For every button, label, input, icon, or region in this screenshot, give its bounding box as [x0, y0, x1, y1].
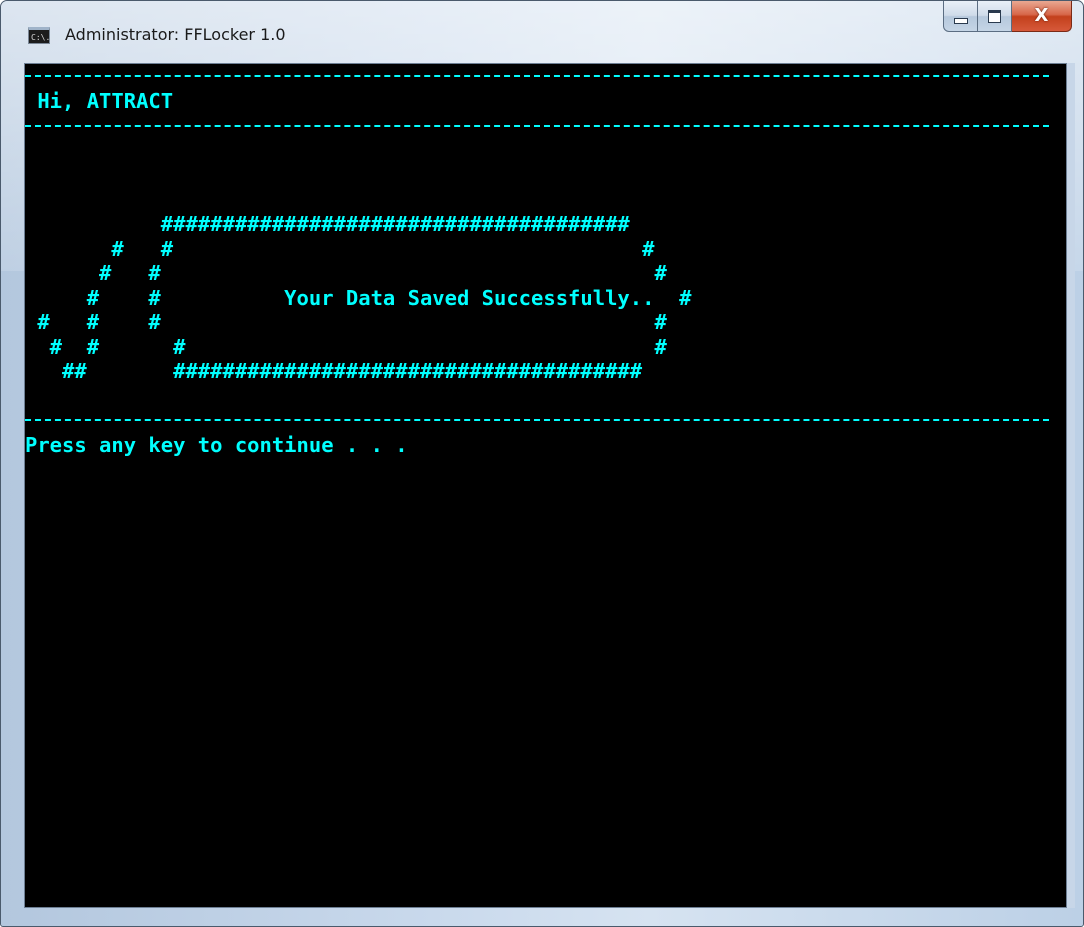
art-line: ## #####################################…: [25, 359, 643, 383]
art-line: [25, 139, 1049, 164]
close-icon: X: [1034, 5, 1049, 26]
console-icon-label: C:\.: [31, 33, 51, 42]
art-line: [25, 188, 1049, 213]
divider-top: [25, 75, 1049, 78]
title-bar[interactable]: C:\. Administrator: FFLocker 1.0 X: [1, 1, 1083, 63]
console-output[interactable]: Hi, ATTRACT ############################…: [24, 63, 1067, 908]
art-line: # # #: [25, 236, 655, 261]
close-button[interactable]: X: [1012, 1, 1072, 32]
minimize-button[interactable]: [943, 1, 978, 32]
art-line: # # #: [25, 261, 667, 285]
maximize-button[interactable]: [978, 1, 1012, 32]
maximize-icon: [988, 9, 1001, 23]
console-window: C:\. Administrator: FFLocker 1.0 X Hi, A…: [0, 0, 1084, 927]
minimize-icon: [953, 18, 968, 24]
art-line: # # # #: [25, 334, 667, 359]
console-icon[interactable]: C:\.: [28, 27, 50, 44]
art-line: # # Your Data Saved Successfully.. #: [25, 285, 692, 310]
divider-bottom: [25, 419, 1049, 422]
success-art: ###################################### #…: [25, 139, 1049, 409]
window-frame-edge: [1067, 63, 1075, 908]
divider-greeting: [25, 124, 1049, 128]
art-line: ######################################: [25, 212, 630, 236]
console-text: Hi, ATTRACT ############################…: [25, 64, 1049, 458]
continue-prompt: Press any key to continue . . .: [25, 433, 408, 457]
greeting-text: Hi, ATTRACT: [25, 89, 174, 113]
art-line: # # # #: [25, 310, 667, 334]
art-line: [25, 384, 1049, 409]
window-title: Administrator: FFLocker 1.0: [65, 25, 286, 44]
caption-buttons: X: [943, 1, 1072, 33]
art-line: [25, 163, 1049, 188]
